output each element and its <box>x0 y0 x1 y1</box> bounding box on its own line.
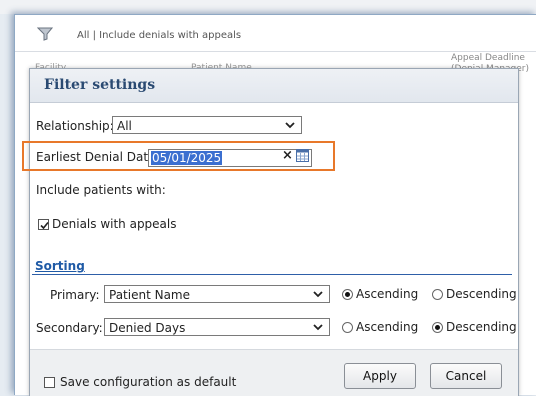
chevron-down-icon <box>313 324 323 331</box>
primary-descending-label[interactable]: Descending <box>446 287 517 301</box>
calendar-icon[interactable] <box>296 149 309 162</box>
denials-with-appeals-checkbox[interactable] <box>38 219 49 230</box>
dialog-title: Filter settings <box>44 77 156 93</box>
primary-sort-select[interactable]: Patient Name <box>104 285 330 303</box>
primary-descending-radio[interactable] <box>432 289 443 300</box>
top-band <box>0 0 536 14</box>
secondary-sort-select[interactable]: Denied Days <box>104 318 330 336</box>
primary-sort-value: Patient Name <box>109 288 190 302</box>
primary-ascending-radio[interactable] <box>342 289 353 300</box>
column-header-line1: Appeal Deadline <box>451 53 525 63</box>
dialog-title-bar: Filter settings <box>30 69 518 103</box>
secondary-descending-label[interactable]: Descending <box>446 320 517 334</box>
filter-bar: All | Include denials with appeals <box>15 15 536 52</box>
denials-with-appeals-label[interactable]: Denials with appeals <box>52 217 177 231</box>
secondary-sort-label: Secondary: <box>36 321 103 335</box>
dialog-footer: Save configuration as default Apply Canc… <box>30 349 518 396</box>
filter-icon[interactable] <box>37 27 53 41</box>
primary-ascending-label[interactable]: Ascending <box>356 287 418 301</box>
include-patients-label: Include patients with: <box>36 183 166 197</box>
secondary-sort-value: Denied Days <box>109 321 186 335</box>
checkbox-icon <box>40 221 49 230</box>
primary-sort-label: Primary: <box>50 288 100 302</box>
denial-date-label: Earliest Denial Date: <box>36 150 160 164</box>
secondary-ascending-label[interactable]: Ascending <box>356 320 418 334</box>
secondary-ascending-radio[interactable] <box>342 322 353 333</box>
chevron-down-icon <box>313 291 323 298</box>
sorting-section-title[interactable]: Sorting <box>35 259 85 273</box>
filter-summary[interactable]: All | Include denials with appeals <box>77 30 241 41</box>
save-default-checkbox[interactable] <box>44 377 55 388</box>
chevron-down-icon <box>285 122 295 129</box>
relationship-label: Relationship: <box>36 119 114 133</box>
apply-button[interactable]: Apply <box>344 363 416 389</box>
secondary-descending-radio[interactable] <box>432 322 443 333</box>
relationship-value: All <box>117 119 132 133</box>
sorting-divider <box>32 274 512 275</box>
filter-settings-dialog: Filter settings Relationship: All Earlie… <box>22 68 519 396</box>
relationship-select[interactable]: All <box>112 116 302 134</box>
denial-date-value: 05/01/2025 <box>151 151 223 165</box>
clear-icon[interactable]: × <box>282 148 293 163</box>
save-default-label[interactable]: Save configuration as default <box>60 375 236 389</box>
cancel-button[interactable]: Cancel <box>430 363 502 389</box>
